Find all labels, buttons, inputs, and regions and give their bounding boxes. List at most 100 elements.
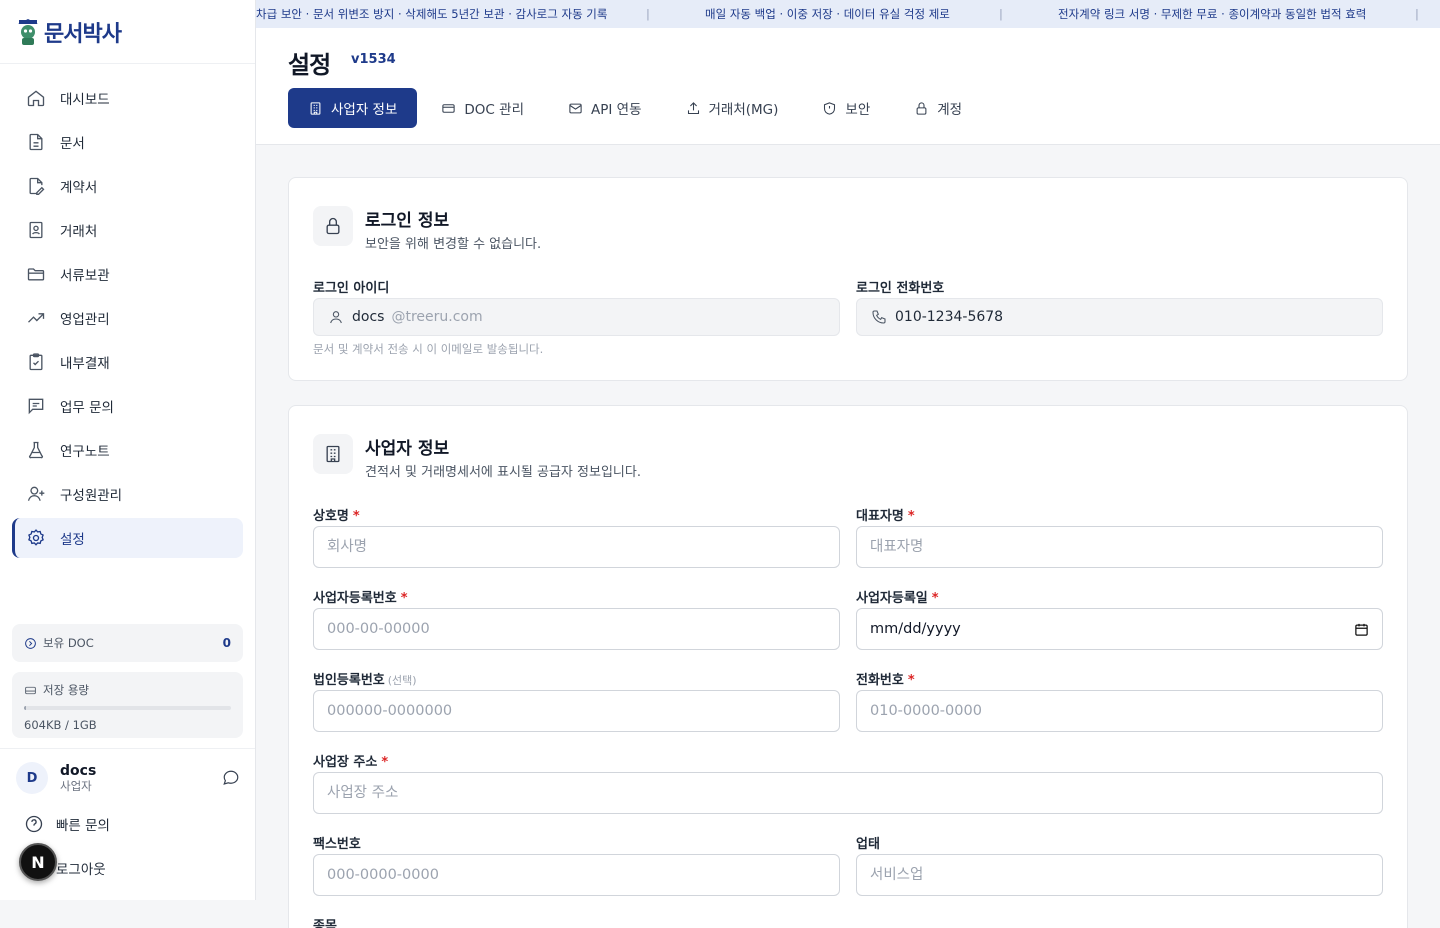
- folder-icon: [27, 268, 45, 281]
- login-id-domain: @treeru.com: [391, 309, 483, 325]
- sidebar: 문서박사 대시보드 문서 계약서 거래처 서류보관 영업관리 내부결재 업무 문…: [0, 0, 256, 900]
- user-plus-icon: [27, 486, 45, 501]
- building-icon: [326, 445, 340, 463]
- user-role: 사업자: [60, 778, 92, 793]
- settings-header: 설정 v1534 사업자 정보 DOC 관리 API 연동 거래처(MG) 보안…: [256, 28, 1440, 145]
- quick-inquiry-button[interactable]: 빠른 문의: [24, 814, 110, 834]
- field-label: 전화번호 *: [856, 669, 915, 688]
- tab-label: 거래처(MG): [708, 102, 779, 118]
- chat-bubble-icon[interactable]: [222, 769, 240, 787]
- fax-input[interactable]: [313, 854, 840, 896]
- field-label: 로그인 아이디: [313, 281, 390, 296]
- sidebar-item-label: 문서: [60, 136, 85, 152]
- logo-mascot-icon: [18, 19, 38, 45]
- corp-reg-no-input[interactable]: [313, 690, 840, 732]
- flask-icon: [29, 441, 43, 459]
- sidebar-item-contracts[interactable]: 계약서: [12, 166, 243, 206]
- field-label: 사업장 주소 *: [313, 751, 388, 770]
- field-label: 업태: [856, 837, 880, 852]
- helper-text: 문서 및 계약서 전송 시 이 이메일로 발송됩니다.: [313, 342, 544, 356]
- sidebar-item-dashboard[interactable]: 대시보드: [12, 78, 243, 118]
- version-badge: v1534: [351, 52, 396, 67]
- optional-tag: (선택): [387, 674, 417, 687]
- trend-up-icon: [28, 313, 45, 323]
- calendar-icon[interactable]: [1354, 622, 1369, 637]
- field-label: 로그인 전화번호: [856, 281, 945, 296]
- home-icon: [27, 90, 45, 107]
- help-circle-icon: [25, 815, 43, 833]
- sidebar-item-members[interactable]: 구성원관리: [12, 474, 243, 514]
- storage-progress-fill: [24, 706, 27, 710]
- tab-label: DOC 관리: [464, 102, 524, 118]
- sidebar-item-label: 설정: [60, 532, 85, 548]
- label-text: 상호명: [313, 509, 349, 524]
- tab-clients-mg[interactable]: 거래처(MG): [666, 88, 799, 128]
- document-icon: [29, 133, 43, 151]
- doc-balance-label: 보유 DOC: [43, 636, 94, 650]
- storage-text: 604KB / 1GB: [24, 718, 97, 732]
- required-mark: *: [352, 509, 360, 524]
- tab-label: 계정: [937, 102, 963, 118]
- tab-label: API 연동: [591, 102, 642, 118]
- card-subtitle: 견적서 및 거래명세서에 표시될 공급자 정보입니다.: [365, 465, 641, 480]
- login-phone-value: 010-1234-5678: [895, 309, 1004, 325]
- nextjs-dev-badge[interactable]: N: [19, 843, 57, 881]
- sidebar-item-label: 거래처: [60, 224, 98, 240]
- lock-icon: [916, 101, 927, 115]
- tab-business-info[interactable]: 사업자 정보: [288, 88, 418, 128]
- sidebar-item-label: 계약서: [60, 180, 98, 196]
- label-text: 법인등록번호: [313, 673, 385, 688]
- login-id-value: docs: [352, 309, 385, 325]
- card-icon: [313, 206, 353, 246]
- tab-api-integration[interactable]: API 연동: [548, 88, 662, 128]
- hard-drive-icon: [25, 686, 36, 694]
- contact-card-icon: [29, 221, 43, 239]
- quick-inquiry-label: 빠른 문의: [56, 818, 110, 834]
- address-input[interactable]: [313, 772, 1383, 814]
- logout-label: 로그아웃: [56, 862, 106, 878]
- storage-usage: 저장 용량 604KB / 1GB: [12, 672, 243, 738]
- required-mark: *: [907, 673, 915, 688]
- tab-label: 사업자 정보: [331, 102, 398, 118]
- tab-security[interactable]: 보안: [802, 88, 890, 128]
- required-mark: *: [907, 509, 915, 524]
- sidebar-item-inquiry[interactable]: 업무 문의: [12, 386, 243, 426]
- message-square-icon: [28, 398, 44, 415]
- company-name-input[interactable]: [313, 526, 840, 568]
- sidebar-item-research[interactable]: 연구노트: [12, 430, 243, 470]
- credit-card-icon: [442, 103, 456, 113]
- logo[interactable]: 문서박사: [16, 16, 122, 48]
- login-info-card: 로그인 정보 보안을 위해 변경할 수 없습니다. 로그인 아이디 docs @…: [288, 177, 1408, 381]
- field-label: 사업자등록일 *: [856, 587, 939, 606]
- sidebar-item-label: 서류보관: [60, 268, 110, 284]
- card-icon: [313, 434, 353, 474]
- storage-label: 저장 용량: [43, 683, 89, 697]
- doc-balance-count: 0: [222, 636, 231, 650]
- required-mark: *: [381, 755, 389, 770]
- sidebar-item-documents[interactable]: 문서: [12, 122, 243, 162]
- sidebar-item-label: 연구노트: [60, 444, 110, 460]
- phone-input[interactable]: [856, 690, 1383, 732]
- lock-icon: [326, 217, 340, 235]
- doc-balance[interactable]: 보유 DOC 0: [12, 624, 243, 662]
- card-title: 로그인 정보: [365, 211, 450, 231]
- ticker-message: 매일 자동 백업 · 이중 저장 · 데이터 유실 걱정 제로: [705, 7, 950, 21]
- login-id-field: docs @treeru.com: [313, 298, 840, 336]
- ceo-name-input[interactable]: [856, 526, 1383, 568]
- sidebar-nav: 대시보드 문서 계약서 거래처 서류보관 영업관리 내부결재 업무 문의 연구노…: [12, 78, 243, 562]
- tab-doc-management[interactable]: DOC 관리: [421, 88, 544, 128]
- biz-reg-no-input[interactable]: [313, 608, 840, 650]
- tab-account[interactable]: 계정: [894, 88, 982, 128]
- user-profile[interactable]: D docs 사업자: [16, 760, 240, 796]
- sidebar-item-sales[interactable]: 영업관리: [12, 298, 243, 338]
- sidebar-item-settings[interactable]: 설정: [12, 518, 243, 558]
- sidebar-item-archive[interactable]: 서류보관: [12, 254, 243, 294]
- biz-type-input[interactable]: [856, 854, 1383, 896]
- card-title: 사업자 정보: [365, 439, 450, 459]
- label-text: 사업장 주소: [313, 755, 378, 770]
- sidebar-item-label: 대시보드: [60, 92, 110, 108]
- sidebar-item-approval[interactable]: 내부결재: [12, 342, 243, 382]
- sidebar-item-clients[interactable]: 거래처: [12, 210, 243, 250]
- sidebar-item-label: 내부결재: [60, 356, 110, 372]
- biz-reg-date-input[interactable]: mm/dd/yyyy: [856, 608, 1383, 650]
